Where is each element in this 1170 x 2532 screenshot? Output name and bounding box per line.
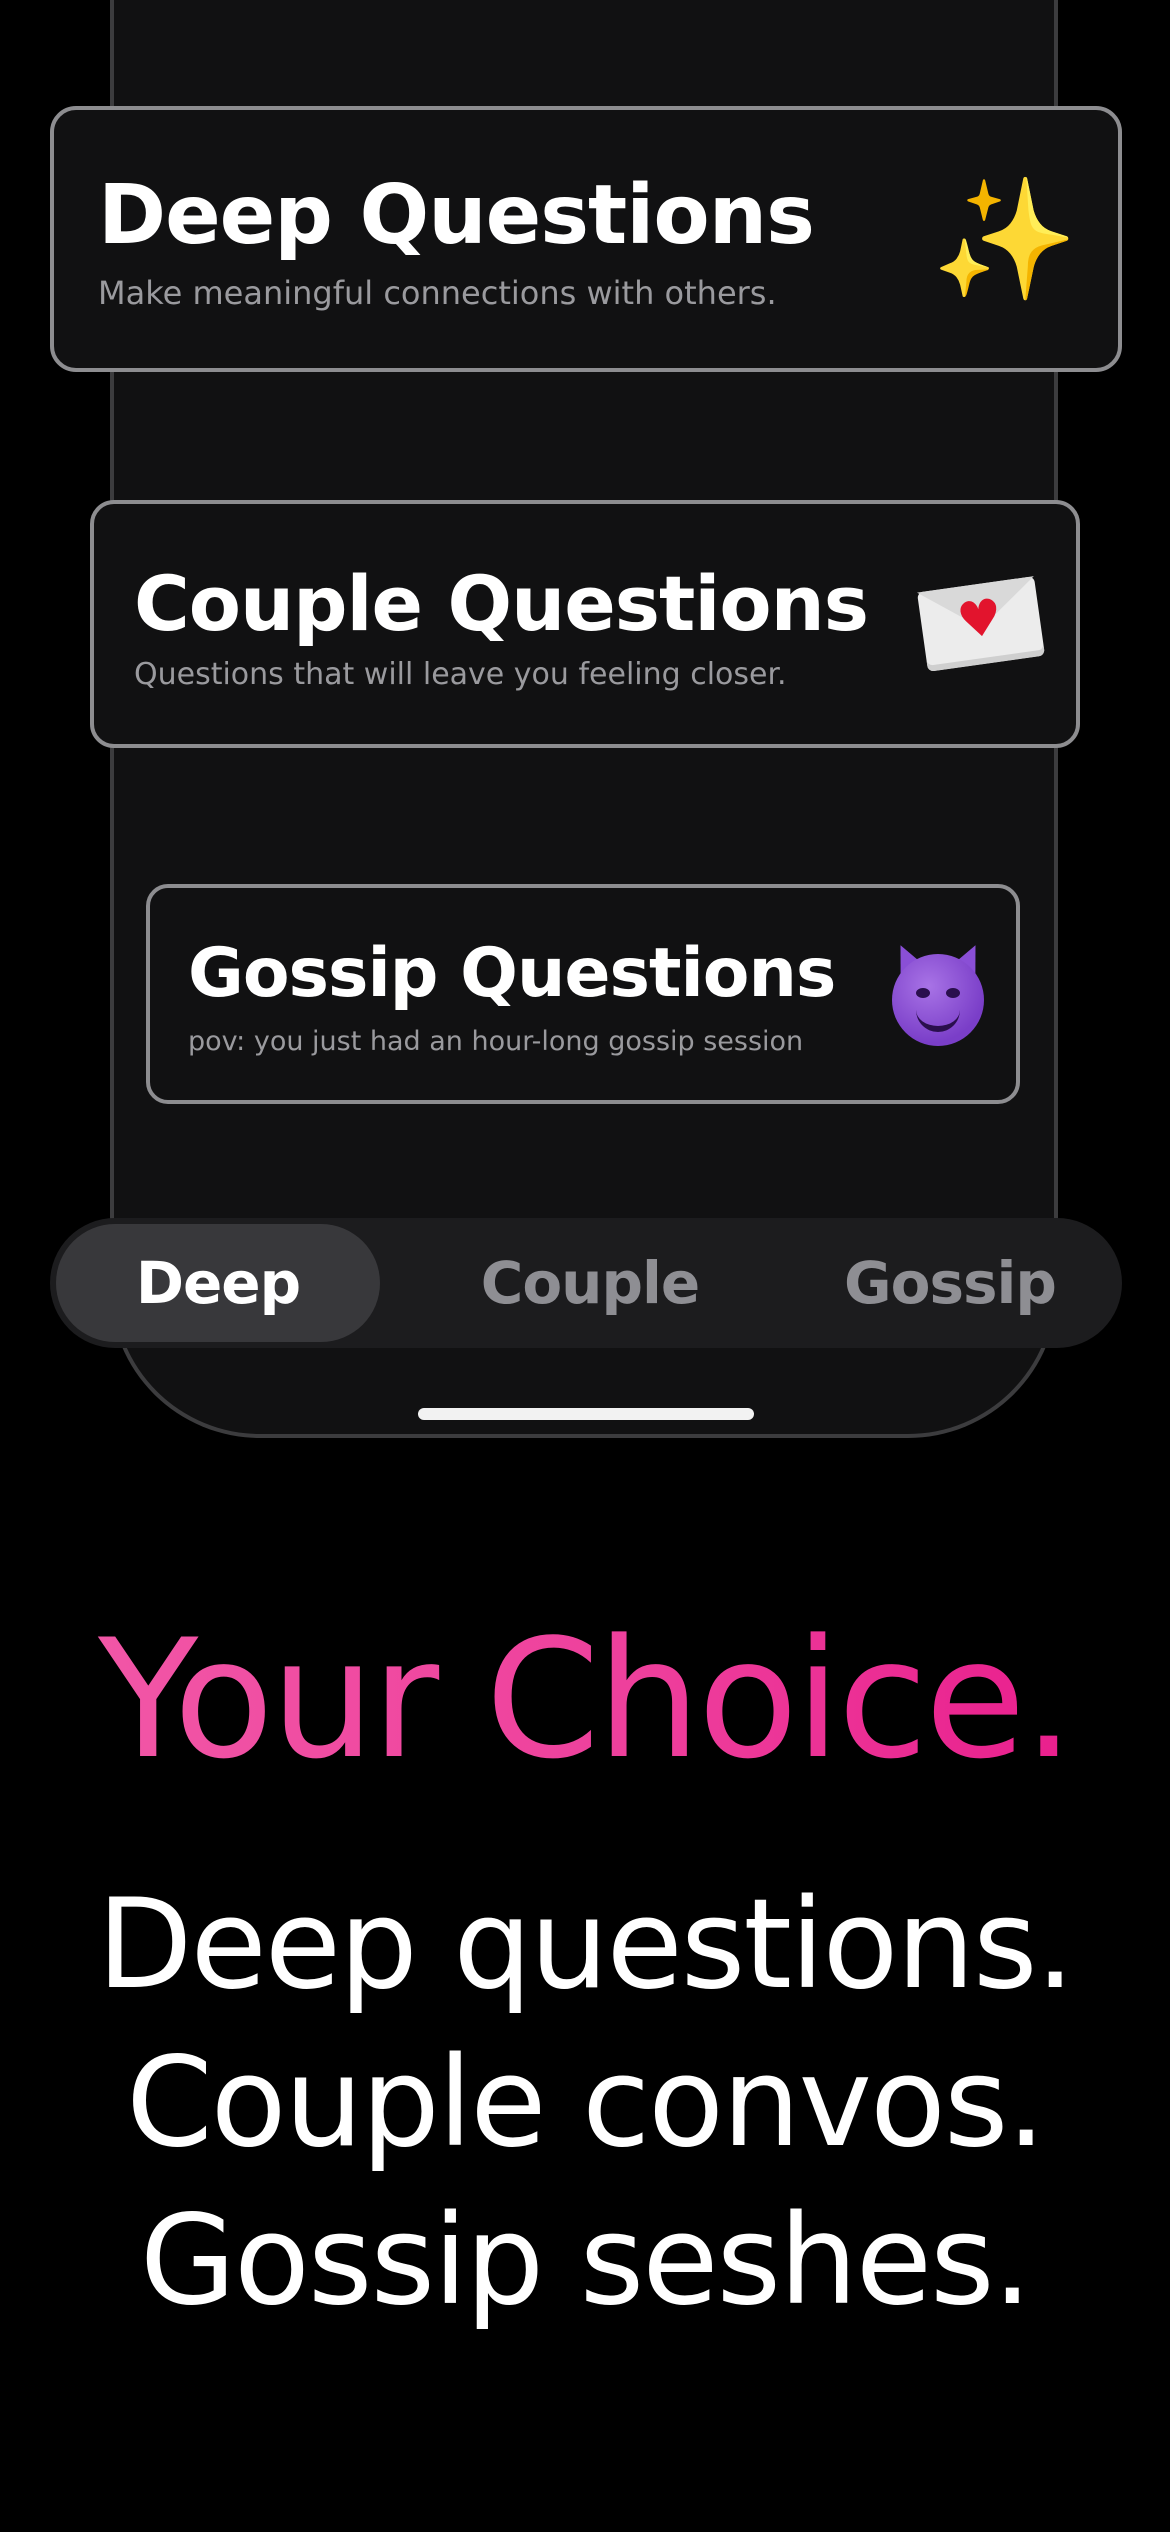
home-indicator [418, 1408, 754, 1420]
card-subtitle: Make meaningful connections with others. [98, 274, 777, 312]
card-subtitle: pov: you just had an hour-long gossip se… [188, 1025, 804, 1057]
tab-gossip[interactable]: Gossip [782, 1224, 1118, 1342]
love-letter-icon: ♥ [917, 576, 1045, 672]
card-subtitle: Questions that will leave you feeling cl… [134, 656, 787, 692]
headline: Your Choice. [0, 1600, 1170, 1800]
tagline-gossip: Gossip seshes. [139, 2189, 1032, 2333]
deep-questions-card[interactable]: Deep Questions Make meaningful connectio… [50, 106, 1122, 372]
card-title: Couple Questions [134, 558, 869, 648]
card-text: Gossip Questions pov: you just had an ho… [188, 932, 836, 1057]
gossip-questions-card[interactable]: Gossip Questions pov: you just had an ho… [146, 884, 1020, 1104]
tagline-couple: Couple convos. [126, 2031, 1046, 2175]
smiling-devil-icon [888, 940, 988, 1046]
card-text: Couple Questions Questions that will lea… [134, 557, 869, 692]
card-title: Gossip Questions [188, 933, 836, 1013]
couple-questions-card[interactable]: Couple Questions Questions that will lea… [90, 500, 1080, 748]
tab-couple[interactable]: Couple [430, 1224, 750, 1342]
tab-deep[interactable]: Deep [56, 1224, 380, 1342]
card-text: Deep Questions Make meaningful connectio… [98, 166, 815, 312]
card-title: Deep Questions [98, 168, 815, 263]
sparkles-icon: ✨ [931, 170, 1078, 308]
category-tab-bar: Deep Couple Gossip [50, 1218, 1122, 1348]
tagline-deep: Deep questions. [97, 1873, 1075, 2017]
taglines: Deep questions. Couple convos. Gossip se… [0, 1866, 1170, 2340]
